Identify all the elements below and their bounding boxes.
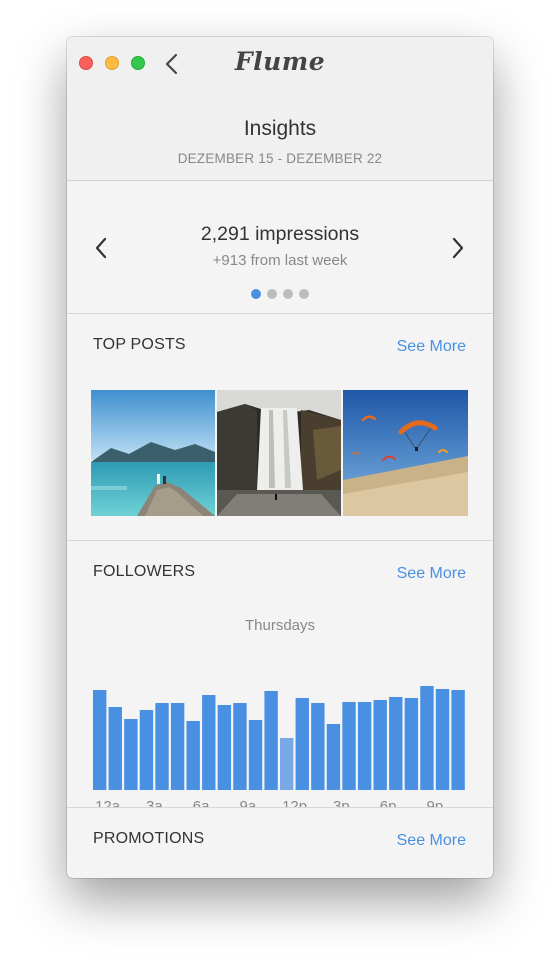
top-posts-grid xyxy=(91,390,468,516)
chart-bar xyxy=(186,721,200,790)
promotions-section: PROMOTIONS See More xyxy=(67,808,493,878)
followers-bar-chart: 12a 3a 6a 9a 12p 3p 6p 9p xyxy=(93,686,465,807)
app-logo: Flume xyxy=(234,47,326,76)
chart-bar xyxy=(93,690,107,790)
chart-bar xyxy=(248,720,263,790)
chart-bar xyxy=(139,710,154,790)
page-dot[interactable] xyxy=(299,289,309,299)
x-tick-label: 12p xyxy=(282,798,307,807)
impressions-carousel: 2,291 impressions +913 from last week xyxy=(67,181,493,314)
top-posts-section: TOP POSTS See More xyxy=(67,314,493,541)
chart-bar xyxy=(295,698,309,790)
chart-bar xyxy=(233,703,247,790)
app-window: Flume Insights DEZEMBER 15 - DEZEMBER 22… xyxy=(67,37,493,878)
date-range: DEZEMBER 15 - DEZEMBER 22 xyxy=(177,151,383,166)
title-bar: Flume Insights DEZEMBER 15 - DEZEMBER 22 xyxy=(67,37,493,181)
chart-bar xyxy=(451,690,465,790)
page-dot[interactable] xyxy=(283,289,293,299)
x-tick-label: 3a xyxy=(146,798,163,807)
top-posts-title: TOP POSTS xyxy=(93,336,186,353)
x-tick-label: 6p xyxy=(380,798,397,807)
post-thumbnail-paragliders[interactable] xyxy=(343,390,468,516)
chart-bar xyxy=(264,691,278,790)
next-stat-button[interactable] xyxy=(450,236,466,260)
page-indicator[interactable] xyxy=(67,289,493,299)
page-dot[interactable] xyxy=(267,289,277,299)
page-title: Insights xyxy=(243,117,317,140)
impressions-delta: +913 from last week xyxy=(212,252,348,269)
post-thumbnail-pier[interactable] xyxy=(91,390,215,516)
post-thumbnail-waterfall[interactable] xyxy=(217,390,341,516)
x-tick-label: 9a xyxy=(239,798,256,807)
chart-bar xyxy=(280,738,294,790)
top-posts-see-more-link[interactable]: See More xyxy=(397,338,466,356)
impressions-count: 2,291 impressions xyxy=(200,223,360,245)
chart-bar xyxy=(311,703,325,790)
chart-bar xyxy=(373,700,387,790)
chart-bar xyxy=(202,695,216,790)
x-tick-label: 6a xyxy=(193,798,210,807)
chart-bar xyxy=(108,707,122,790)
chart-bar xyxy=(124,719,138,790)
promotions-see-more-link[interactable]: See More xyxy=(397,832,466,850)
chart-bar xyxy=(420,686,434,790)
chart-bar xyxy=(326,724,341,790)
chart-bar xyxy=(404,698,419,790)
chart-bar xyxy=(217,705,232,790)
page-dot[interactable] xyxy=(251,289,261,299)
chart-bar xyxy=(155,703,169,790)
chart-bar xyxy=(389,697,403,790)
promotions-title: PROMOTIONS xyxy=(93,830,205,847)
x-tick-label: 9p xyxy=(426,798,443,807)
chart-bar xyxy=(170,703,185,790)
x-tick-label: 3p xyxy=(333,798,350,807)
chart-bar xyxy=(342,702,356,790)
followers-section: FOLLOWERS See More Thursdays 12a 3a 6a 9a 12… xyxy=(67,541,493,808)
x-tick-label: 12a xyxy=(95,798,121,807)
chart-bar xyxy=(435,689,450,790)
chevron-right-icon xyxy=(452,237,464,259)
chart-bar xyxy=(357,702,372,790)
